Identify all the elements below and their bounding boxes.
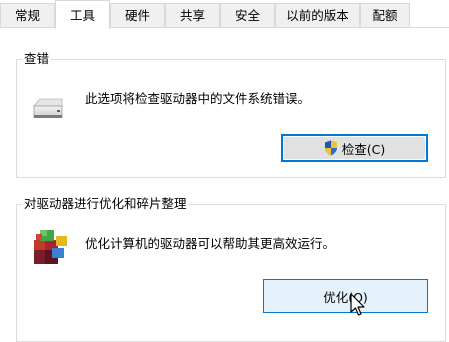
- property-tabs: 常规 工具 硬件 共享 安全 以前的版本 配额: [0, 0, 449, 29]
- tab-hardware[interactable]: 硬件: [110, 3, 165, 27]
- hard-drive-icon: [33, 98, 63, 118]
- error-check-description: 此选项将检查驱动器中的文件系统错误。: [85, 91, 311, 106]
- optimize-description: 优化计算机的驱动器可以帮助其更高效运行。: [85, 236, 336, 251]
- optimize-button[interactable]: 优化(O): [263, 279, 428, 313]
- defragment-icon: [34, 230, 67, 264]
- check-button-label: 检查(C): [341, 141, 386, 157]
- uac-shield-icon: [324, 140, 337, 156]
- check-button[interactable]: 检查(C): [281, 134, 428, 162]
- error-checking-title: 查错: [22, 51, 52, 67]
- optimize-title: 对驱动器进行优化和碎片整理: [22, 196, 189, 212]
- tab-security[interactable]: 安全: [220, 3, 275, 27]
- tab-quota[interactable]: 配额: [360, 3, 410, 27]
- tab-sharing[interactable]: 共享: [165, 3, 220, 27]
- mouse-cursor-icon: [350, 293, 365, 316]
- tab-general[interactable]: 常规: [0, 3, 55, 27]
- optimize-group: 对驱动器进行优化和碎片整理: [16, 196, 446, 342]
- tab-tools[interactable]: 工具: [55, 0, 110, 29]
- tab-previous-versions[interactable]: 以前的版本: [275, 3, 360, 27]
